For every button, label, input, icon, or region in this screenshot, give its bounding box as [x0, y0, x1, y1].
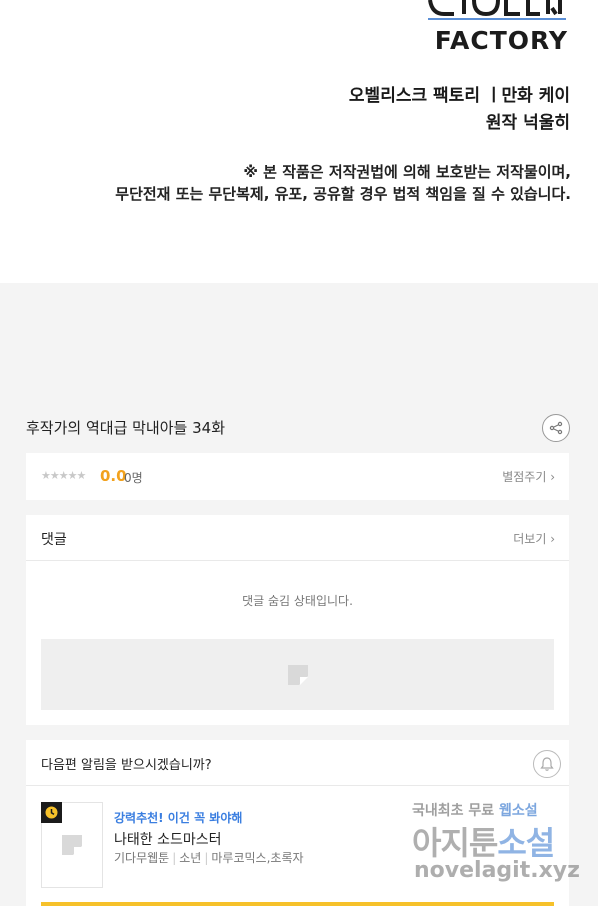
image-placeholder-icon	[62, 835, 82, 855]
episode-title: 후작가의 역대급 막내아들 34화	[26, 419, 225, 437]
bottom-action-bar[interactable]	[41, 902, 554, 906]
credit-line-2: 원작 넉울히	[485, 113, 570, 133]
comment-header: 댓글 더보기 ›	[26, 515, 569, 561]
comment-more-button[interactable]: 더보기 ›	[513, 530, 555, 547]
recommendation-genre: 기다무웹툰	[114, 851, 170, 865]
rating-stars: ★★★★★	[41, 469, 86, 482]
clock-icon	[45, 806, 58, 819]
share-icon	[549, 421, 563, 435]
recommendation-category: 소년	[179, 851, 202, 865]
bell-icon	[540, 757, 554, 771]
recommendation-authors: 마루코믹스,초록자	[211, 851, 304, 865]
wait-free-badge	[41, 802, 62, 823]
recommendation-thumbnail[interactable]	[41, 802, 103, 888]
credit-line-1: 오벨리스크 팩토리 ㅣ만화 케이	[348, 86, 570, 106]
watermark-url: novelagit.xyz	[414, 858, 580, 883]
comment-hidden-message: 댓글 숨김 상태입니다.	[242, 594, 353, 608]
logo-top-fragment	[428, 0, 566, 20]
rating-score: 0.0	[100, 467, 127, 485]
recommendation-tag: 강력추천! 이건 꼭 봐야해	[114, 811, 243, 825]
recommendation-meta: 기다무웹툰 | 소년 | 마루코믹스,초록자	[114, 851, 304, 865]
notification-bell-button[interactable]	[533, 750, 561, 778]
episode-image-footer: FACTORY 오벨리스크 팩토리 ㅣ만화 케이 원작 넉울히 ※ 본 작품은 …	[0, 0, 598, 283]
watermark: 국내최초 무료 웹소설 아지툰소설 novelagit.xyz	[412, 800, 584, 890]
copyright-notice-1: ※ 본 작품은 저작권법에 의해 보호받는 저작물이며,	[243, 163, 571, 181]
next-episode-alert-text: 다음편 알림을 받으시겠습니까?	[41, 758, 212, 773]
rating-count: 0명	[124, 471, 143, 485]
episode-title-row: 후작가의 역대급 막내아들 34화	[26, 414, 570, 442]
comment-title: 댓글	[41, 532, 67, 548]
copyright-notice-2: 무단전재 또는 무단복제, 유포, 공유할 경우 법적 책임을 질 수 있습니다…	[115, 185, 571, 203]
rating-card: ★★★★★ 0.0 0명 별점주기 ›	[26, 453, 569, 500]
rate-button[interactable]: 별점주기 ›	[502, 468, 555, 485]
recommendation-title[interactable]: 나태한 소드마스터	[114, 829, 222, 849]
comment-placeholder-box	[41, 639, 554, 710]
comment-section: 댓글 더보기 › 댓글 숨김 상태입니다.	[26, 515, 569, 725]
logo-factory: FACTORY	[434, 26, 568, 55]
image-placeholder-icon	[287, 664, 308, 685]
share-button[interactable]	[542, 414, 570, 442]
watermark-line-1: 국내최초 무료 웹소설	[412, 803, 538, 819]
next-episode-header: 다음편 알림을 받으시겠습니까?	[26, 740, 569, 786]
